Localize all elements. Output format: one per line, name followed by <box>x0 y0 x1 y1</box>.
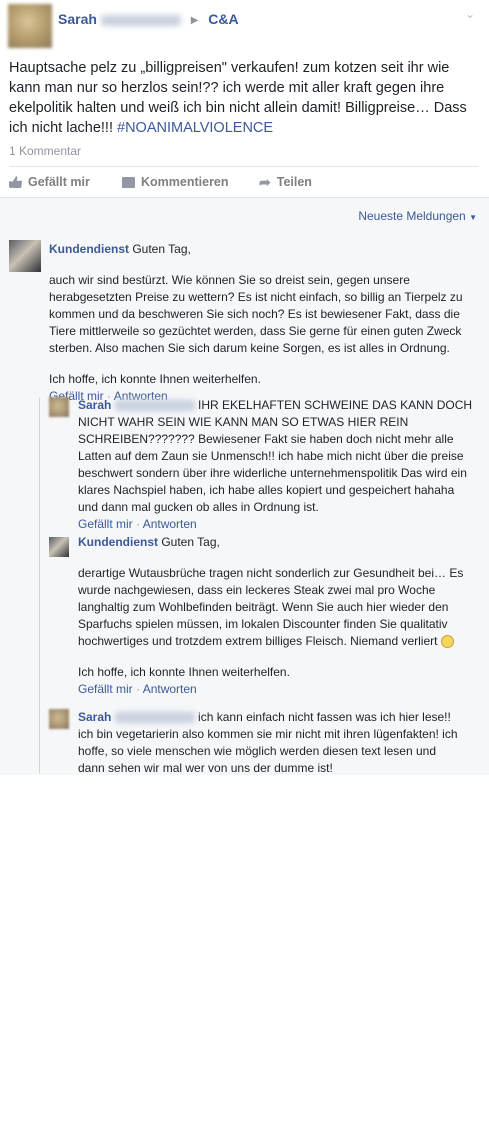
comment-intro: Guten Tag, <box>161 535 220 549</box>
commenter-avatar[interactable] <box>49 397 69 417</box>
triangle-right-icon: ▶ <box>190 14 199 26</box>
comment-paragraph: auch wir sind bestürzt. Wie können Sie s… <box>49 273 463 355</box>
comment: Kundendienst Guten Tag, auch wir sind be… <box>49 241 469 405</box>
redacted-surname <box>100 14 181 26</box>
comment-reply-link[interactable]: Antworten <box>143 517 197 531</box>
comment-like-link[interactable]: Gefällt mir <box>78 682 133 696</box>
comment-bubble-icon <box>122 176 135 188</box>
redacted-surname <box>114 712 195 724</box>
comment-count[interactable]: 1 Kommentar <box>9 144 81 158</box>
commenter-name[interactable]: Sarah <box>78 398 111 412</box>
comment: Kundendienst Guten Tag, derartige Wutaus… <box>78 534 468 698</box>
sort-label: Neueste Meldungen <box>358 209 466 223</box>
smiley-emoji-icon <box>440 635 454 649</box>
author-name[interactable]: Sarah <box>58 11 97 27</box>
author-avatar[interactable] <box>8 4 52 48</box>
comment-button[interactable]: Kommentieren <box>122 175 229 189</box>
share-label: Teilen <box>276 175 312 189</box>
comment: Sarah IHR EKELHAFTEN SCHWEINE DAS KANN D… <box>78 397 473 533</box>
commenter-name[interactable]: Kundendienst <box>49 242 129 256</box>
commenter-name[interactable]: Sarah <box>78 710 111 724</box>
thumbs-up-icon <box>9 176 22 188</box>
comment-reply-link[interactable]: Antworten <box>143 682 197 696</box>
share-arrow-icon: ➦ <box>259 174 271 190</box>
commenter-name[interactable]: Kundendienst <box>78 535 158 549</box>
like-label: Gefällt mir <box>28 175 90 189</box>
comment-label: Kommentieren <box>141 175 229 189</box>
comment-paragraph: derartige Wutausbrüche tragen nicht sond… <box>78 566 464 648</box>
commenter-avatar[interactable] <box>49 537 69 557</box>
comment-actions: Gefällt mir · Antworten <box>78 682 197 696</box>
hashtag-link[interactable]: #NOANIMALVIOLENCE <box>117 120 273 136</box>
post-text: Hauptsache pelz zu „billigpreisen" verka… <box>9 58 479 138</box>
comment-intro: Guten Tag, <box>132 242 191 256</box>
comment-paragraph: Ich hoffe, ich konnte Ihnen weiterhelfen… <box>49 372 261 386</box>
comment: Sarah ich kann einfach nicht fassen was … <box>78 709 463 777</box>
reply-thread-line <box>39 398 40 774</box>
redacted-surname <box>114 400 195 412</box>
like-button[interactable]: Gefällt mir <box>9 175 90 189</box>
comment-like-link[interactable]: Gefällt mir <box>78 517 133 531</box>
comment-paragraph: Ich hoffe, ich konnte Ihnen weiterhelfen… <box>78 665 290 679</box>
action-bar: Gefällt mir Kommentieren ➦ Teilen <box>9 175 479 193</box>
chevron-down-icon[interactable]: ⌄ <box>465 7 475 21</box>
divider <box>9 166 479 167</box>
share-button[interactable]: ➦ Teilen <box>259 175 312 189</box>
target-page-name[interactable]: C&A <box>208 11 238 27</box>
author-line: Sarah ▶ C&A <box>58 11 239 27</box>
comment-text: IHR EKELHAFTEN SCHWEINE DAS KANN DOCH NI… <box>78 398 473 514</box>
caret-down-icon: ▼ <box>469 213 477 222</box>
post-header: Sarah ▶ C&A ⌄ <box>0 0 489 54</box>
sort-dropdown[interactable]: Neueste Meldungen ▼ <box>358 209 477 223</box>
commenter-avatar[interactable] <box>49 709 69 729</box>
commenter-avatar[interactable] <box>9 240 41 272</box>
comment-actions: Gefällt mir · Antworten <box>78 517 197 531</box>
